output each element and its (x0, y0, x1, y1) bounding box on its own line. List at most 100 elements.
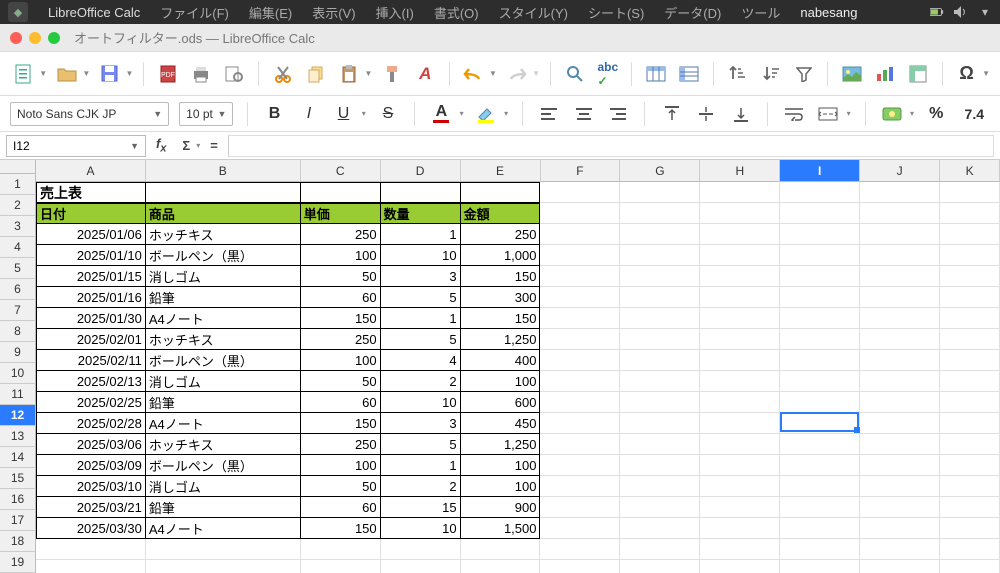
cell[interactable]: 10 (381, 392, 461, 413)
chart-icon[interactable] (872, 60, 899, 88)
cell[interactable]: ボールペン（黒） (146, 350, 301, 371)
cell[interactable] (36, 560, 146, 573)
align-right-icon[interactable] (606, 100, 630, 128)
cell[interactable] (700, 518, 780, 539)
highlight-color-button[interactable] (474, 100, 498, 128)
cell[interactable]: 2025/03/06 (36, 434, 146, 455)
battery-icon[interactable] (930, 5, 944, 19)
cell[interactable] (381, 539, 461, 560)
sort-asc-icon[interactable] (724, 60, 751, 88)
cell[interactable]: 消しゴム (146, 371, 301, 392)
cell[interactable]: 150 (461, 308, 541, 329)
cell[interactable]: 100 (301, 455, 381, 476)
align-bottom-icon[interactable] (728, 100, 752, 128)
cell[interactable]: 数量 (381, 203, 461, 224)
cell[interactable]: 150 (301, 413, 381, 434)
column-header-I[interactable]: I (780, 160, 860, 182)
cell[interactable] (540, 203, 620, 224)
cell[interactable] (860, 497, 940, 518)
cell[interactable] (860, 392, 940, 413)
function-wizard-icon[interactable]: fx (150, 136, 172, 155)
cell[interactable]: ボールペン（黒） (146, 455, 301, 476)
cell[interactable]: 10 (381, 518, 461, 539)
volume-icon[interactable] (954, 5, 968, 19)
cell[interactable]: 60 (301, 392, 381, 413)
cell[interactable] (780, 518, 860, 539)
column-header-K[interactable]: K (940, 160, 1000, 182)
cell[interactable] (860, 371, 940, 392)
column-header-E[interactable]: E (461, 160, 541, 182)
cell[interactable]: 2025/02/11 (36, 350, 146, 371)
cell[interactable] (540, 182, 620, 203)
row-header-12[interactable]: 12 (0, 405, 36, 426)
cell[interactable]: 日付 (36, 203, 146, 224)
cell[interactable]: 売上表 (36, 182, 146, 203)
cell[interactable] (620, 371, 700, 392)
row-header-7[interactable]: 7 (0, 300, 36, 321)
cell[interactable]: 250 (301, 329, 381, 350)
row-header-10[interactable]: 10 (0, 363, 36, 384)
merge-cells-icon[interactable] (816, 100, 840, 128)
cell[interactable] (620, 497, 700, 518)
cell[interactable] (540, 455, 620, 476)
cell[interactable] (461, 182, 541, 203)
cell[interactable] (620, 518, 700, 539)
cell[interactable]: 900 (461, 497, 541, 518)
cell[interactable]: 2 (381, 476, 461, 497)
cell[interactable] (860, 434, 940, 455)
cell[interactable] (940, 245, 1000, 266)
cell[interactable]: 2025/01/30 (36, 308, 146, 329)
cell[interactable] (940, 287, 1000, 308)
cell[interactable] (700, 392, 780, 413)
cell[interactable] (780, 287, 860, 308)
cell[interactable]: 50 (301, 371, 381, 392)
menu-format[interactable]: 書式(O) (424, 3, 489, 22)
cell[interactable] (780, 539, 860, 560)
cell[interactable] (700, 203, 780, 224)
row-header-13[interactable]: 13 (0, 426, 36, 447)
cell[interactable] (860, 182, 940, 203)
cell[interactable]: 1,250 (461, 329, 541, 350)
cell[interactable]: 2025/03/21 (36, 497, 146, 518)
new-file-icon[interactable] (10, 60, 37, 88)
save-file-icon[interactable] (96, 60, 123, 88)
cell[interactable]: A4ノート (146, 308, 301, 329)
cell[interactable]: 2025/02/13 (36, 371, 146, 392)
cell[interactable] (620, 413, 700, 434)
cell[interactable] (540, 476, 620, 497)
column-header-C[interactable]: C (301, 160, 381, 182)
cell[interactable] (860, 308, 940, 329)
cell[interactable] (540, 434, 620, 455)
row-header-1[interactable]: 1 (0, 174, 36, 195)
menu-view[interactable]: 表示(V) (302, 3, 365, 22)
cell[interactable]: 2025/03/09 (36, 455, 146, 476)
cell[interactable] (540, 329, 620, 350)
menu-dropdown-icon[interactable]: ▾ (978, 5, 992, 19)
cell[interactable]: 2025/01/16 (36, 287, 146, 308)
cell[interactable] (780, 371, 860, 392)
cell[interactable] (940, 476, 1000, 497)
cell[interactable] (461, 539, 541, 560)
cell[interactable] (700, 182, 780, 203)
menu-tools[interactable]: ツール (731, 3, 790, 22)
cell[interactable] (860, 518, 940, 539)
export-pdf-icon[interactable]: PDF (154, 60, 181, 88)
cell[interactable]: 消しゴム (146, 266, 301, 287)
cell[interactable] (940, 434, 1000, 455)
cell[interactable]: 3 (381, 266, 461, 287)
cell[interactable] (780, 203, 860, 224)
cell[interactable]: 2025/02/01 (36, 329, 146, 350)
cell[interactable] (620, 455, 700, 476)
cell[interactable] (700, 224, 780, 245)
cell[interactable]: 2025/03/30 (36, 518, 146, 539)
cell[interactable] (146, 560, 301, 573)
cell[interactable] (540, 287, 620, 308)
menu-edit[interactable]: 編集(E) (239, 3, 302, 22)
clone-format-icon[interactable] (378, 60, 405, 88)
row-header-6[interactable]: 6 (0, 279, 36, 300)
row-header-18[interactable]: 18 (0, 531, 36, 552)
cell[interactable] (780, 224, 860, 245)
cell[interactable] (540, 413, 620, 434)
cell[interactable] (860, 266, 940, 287)
cell[interactable] (860, 329, 940, 350)
